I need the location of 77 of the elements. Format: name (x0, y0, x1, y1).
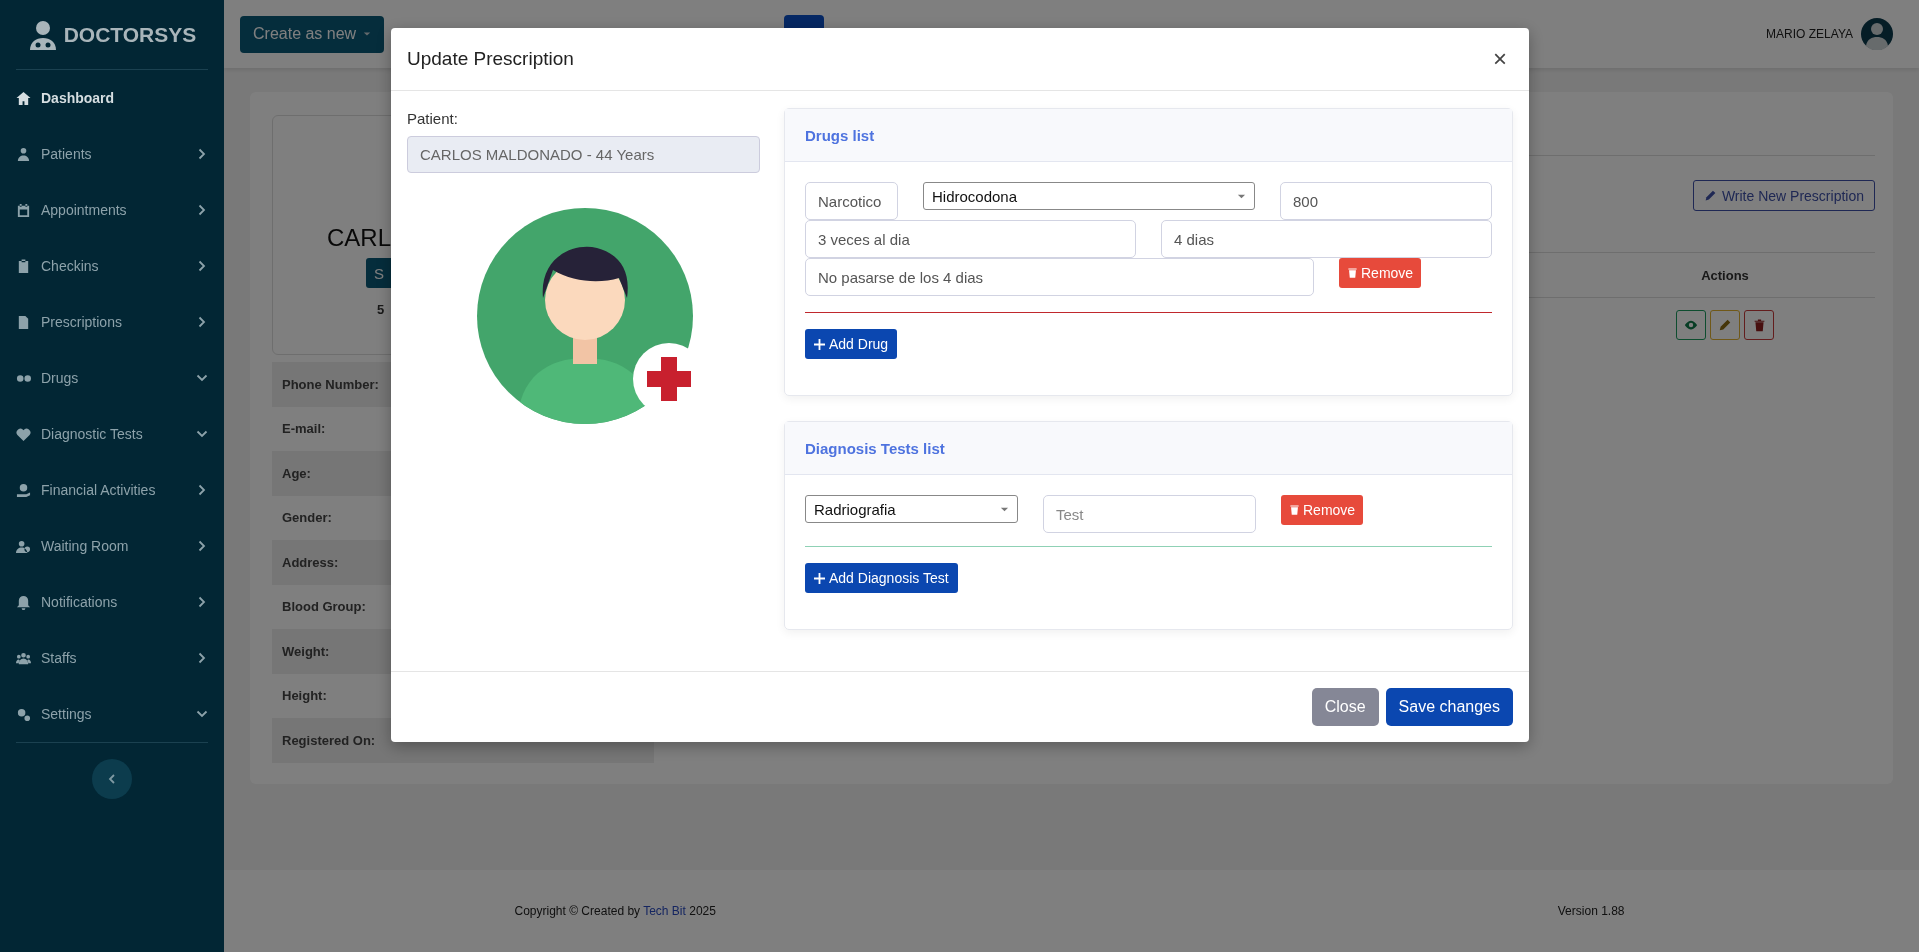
copyright-text: Copyright © Created by Tech Bit 2025 (514, 904, 716, 918)
sidebar-item[interactable]: Diagnostic Tests (0, 406, 224, 462)
frequency-field[interactable]: 3 veces al dia (805, 220, 1136, 258)
add-drug-button[interactable]: Add Drug (805, 329, 898, 359)
sidebar-item[interactable]: Appointments (0, 182, 224, 238)
eye-icon (1684, 318, 1698, 332)
sidebar-item[interactable]: Financial Activities (0, 462, 224, 518)
pencil-icon (1703, 189, 1717, 202)
write-prescription-button[interactable]: Write New Prescription (1692, 180, 1875, 211)
coin-hand-icon (16, 482, 31, 498)
patient-label: Patient: (407, 110, 459, 127)
sidebar-item[interactable]: Checkins (0, 238, 224, 294)
card-title: Diagnosis Tests list (805, 439, 945, 457)
save-button[interactable]: Save changes (1385, 688, 1513, 726)
drug-type-field[interactable]: Narcotico (805, 182, 898, 220)
bell-icon (16, 594, 31, 610)
sidebar-item[interactable]: Staffs (0, 630, 224, 686)
view-button[interactable] (1676, 310, 1706, 340)
chevron-left-icon (106, 773, 118, 785)
calendar-icon (16, 202, 31, 218)
remove-button[interactable]: Remove (1339, 258, 1422, 288)
patient-stat: 5 (377, 302, 385, 317)
clipboard-icon (16, 258, 31, 274)
doctor-icon (27, 19, 58, 50)
sidebar-item[interactable]: Drugs (0, 350, 224, 406)
version-text: Version 1.88 (1557, 904, 1625, 918)
test-field[interactable]: Test (1043, 495, 1256, 533)
info-label: Address: (282, 554, 339, 570)
brand-name: DOCTORSYS (63, 22, 197, 47)
add-test-button[interactable]: Add Diagnosis Test (805, 563, 958, 593)
test-select[interactable]: Radriografia (805, 495, 1018, 523)
create-dropdown-button[interactable]: Create as new (240, 15, 385, 53)
sidebar-item[interactable]: Dashboard (0, 70, 224, 126)
users-icon (16, 650, 31, 666)
sidebar-item[interactable]: Waiting Room (0, 518, 224, 574)
company-link[interactable]: Tech Bit (643, 904, 686, 918)
close-button[interactable]: × (1487, 45, 1513, 73)
info-label: Gender: (282, 510, 332, 526)
trash-icon (1347, 267, 1358, 279)
sidebar-item[interactable]: Notifications (0, 574, 224, 630)
patient-action-button[interactable]: S (366, 258, 394, 288)
sidebar-item[interactable]: Settings (0, 686, 224, 742)
document-icon (16, 314, 31, 330)
info-label: Phone Number: (282, 376, 379, 392)
home-icon (16, 90, 31, 106)
info-label: E-mail: (282, 421, 326, 437)
duration-field[interactable]: 4 dias (1161, 220, 1492, 258)
dose-field[interactable]: 800 (1280, 182, 1492, 220)
plus-icon (814, 572, 825, 584)
info-label: Weight: (282, 643, 330, 659)
card-title: Drugs list (805, 126, 875, 144)
trash-icon (1289, 504, 1300, 516)
column-header: Actions (1700, 267, 1750, 283)
sidebar-item[interactable]: Patients (0, 126, 224, 182)
caret-icon (363, 30, 372, 38)
info-label: Registered On: (282, 732, 376, 748)
close-dialog-button[interactable]: Close (1311, 688, 1379, 726)
sidebar-item[interactable]: Prescriptions (0, 294, 224, 350)
pencil-icon (1718, 318, 1732, 332)
info-label: Blood Group: (282, 599, 366, 615)
edit-button[interactable] (1710, 310, 1740, 340)
user-avatar-icon[interactable] (1861, 18, 1893, 50)
note-field[interactable]: No pasarse de los 4 dias (805, 258, 1314, 296)
dialog-title: Update Prescription (407, 48, 575, 70)
patient-name: CARL (327, 224, 392, 252)
user-icon (16, 146, 31, 162)
drug-select[interactable]: Hidrocodona (923, 182, 1255, 210)
info-label: Age: (282, 465, 311, 481)
remove-button[interactable]: Remove (1281, 495, 1364, 525)
delete-button[interactable] (1744, 310, 1774, 340)
info-label: Height: (282, 688, 327, 704)
person-icon (16, 538, 31, 554)
gears-icon (16, 706, 31, 722)
trash-icon (1752, 318, 1766, 332)
user-name: MARIO ZELAYA (1766, 27, 1853, 41)
heart-icon (16, 426, 31, 442)
plus-icon (814, 338, 825, 350)
